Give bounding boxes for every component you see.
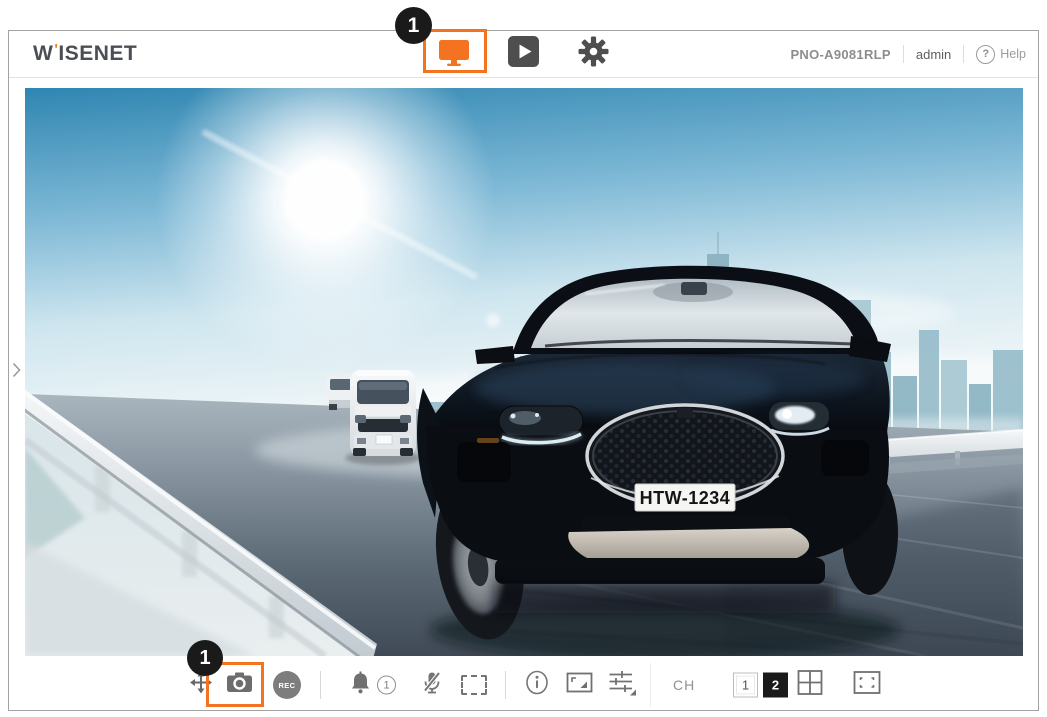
channel-2-label: 2: [763, 672, 788, 698]
alarm-bell-icon: [350, 671, 371, 699]
channel-1-button[interactable]: 1: [733, 672, 758, 698]
mic-button[interactable]: [422, 671, 442, 700]
device-model: PNO-A9081RLP: [790, 46, 891, 62]
fullscreen-icon: [853, 671, 881, 700]
help-icon: ?: [976, 44, 996, 64]
tab-setup[interactable]: [576, 36, 612, 72]
layout-grid-button[interactable]: [797, 670, 823, 701]
panel-expand-toggle[interactable]: [9, 361, 24, 383]
user-name[interactable]: admin: [916, 47, 951, 62]
area-select-icon: [461, 675, 487, 695]
help-label: Help: [1000, 47, 1026, 61]
channel-2-button[interactable]: 2: [763, 672, 788, 698]
rec-icon: REC: [273, 671, 301, 699]
camera-web-viewer-window: W'ISENET PNO-A9081RLP admin ? Help HTW-1…: [8, 30, 1039, 711]
divider: [963, 45, 965, 63]
area-zoom-button[interactable]: [461, 675, 487, 695]
live-video-viewport[interactable]: HTW-1234: [25, 88, 1023, 656]
image-adjust-icon: [608, 670, 636, 701]
fullscreen-button[interactable]: [853, 671, 881, 700]
info-button[interactable]: [525, 670, 549, 700]
alarm-output-button[interactable]: [350, 671, 371, 699]
record-button[interactable]: REC: [273, 671, 301, 699]
alarm-count-badge: 1: [377, 675, 396, 695]
toolbar-separator: [650, 663, 651, 707]
image-adjust-button[interactable]: [608, 670, 636, 701]
video-toolbar: REC 1 CH 1 2: [9, 660, 1038, 710]
aspect-ratio-button[interactable]: [566, 672, 593, 698]
panel-expand-chevron-icon: [12, 362, 21, 383]
mic-mute-icon: [422, 671, 442, 700]
alarm-count: 1: [377, 675, 396, 695]
white-suv: [345, 370, 421, 465]
aspect-ratio-icon: [566, 672, 593, 698]
settings-gear-icon: [578, 36, 609, 72]
license-plate-text: HTW-1234: [640, 488, 731, 508]
top-bar: W'ISENET PNO-A9081RLP admin ? Help: [9, 31, 1038, 78]
channel-label-text: CH: [673, 677, 696, 693]
channel-label: CH: [673, 677, 695, 693]
page: W'ISENET PNO-A9081RLP admin ? Help HTW-1…: [0, 0, 1047, 717]
live-video-scene: HTW-1234: [25, 88, 1023, 656]
top-right-info: PNO-A9081RLP admin ? Help: [790, 31, 1026, 77]
info-icon: [525, 670, 549, 700]
wisenet-logo: W'ISENET: [33, 41, 137, 66]
step-badge-live: 1: [395, 7, 432, 44]
channel-1-label: 1: [733, 672, 758, 698]
step-highlight-live-tab: [423, 29, 487, 73]
grid-layout-icon: [797, 670, 823, 701]
step-badge-capture: 1: [187, 640, 223, 676]
help-button[interactable]: ? Help: [976, 44, 1026, 64]
divider: [902, 45, 904, 63]
logo-text-rest: ISENET: [58, 42, 138, 65]
tab-playback[interactable]: [506, 36, 542, 72]
toolbar-divider: [505, 671, 506, 699]
license-plate: HTW-1234: [634, 483, 736, 513]
playback-icon: [508, 36, 539, 72]
toolbar-divider: [320, 671, 321, 699]
logo-text: W: [33, 42, 54, 65]
